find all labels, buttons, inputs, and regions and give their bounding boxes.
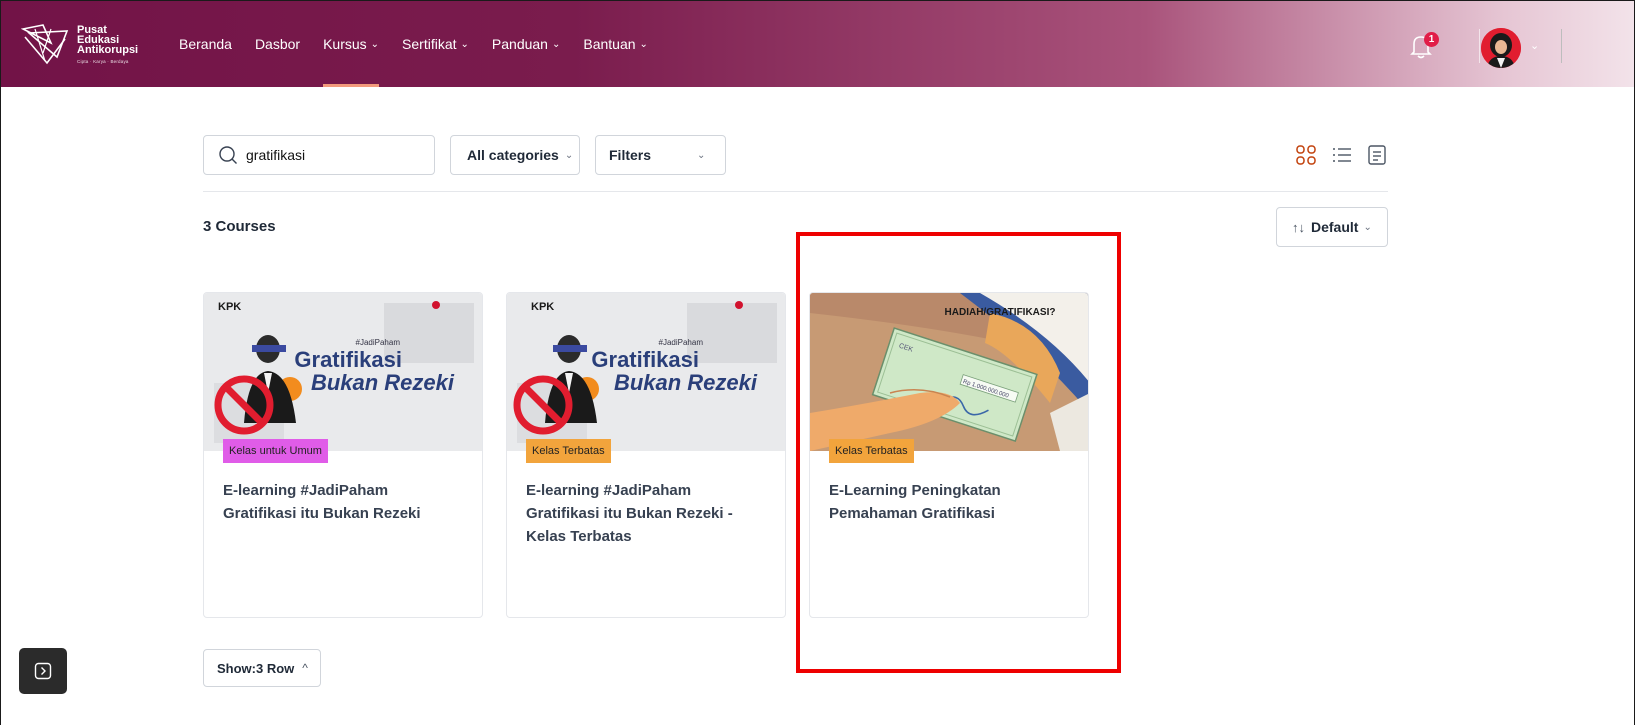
- course-tag: Kelas Terbatas: [526, 439, 611, 463]
- filters-label: Filters: [609, 147, 652, 163]
- course-thumbnail-image: KPK #JadiPaham Gratifikasi Bukan Rezeki: [507, 293, 785, 451]
- user-avatar-icon: [1481, 28, 1521, 68]
- expand-panel-icon: [34, 662, 52, 680]
- nav-label: Kursus: [323, 36, 367, 52]
- site-logo[interactable]: Pusat Edukasi Antikorupsi Cipta · Karya …: [21, 23, 151, 69]
- logo-line-3: Antikorupsi: [77, 44, 139, 56]
- notification-badge: 1: [1424, 32, 1439, 47]
- grid-view-icon[interactable]: [1295, 144, 1317, 166]
- filters-dropdown[interactable]: Filters ⌄: [595, 135, 726, 175]
- nav-label: Sertifikat: [402, 36, 457, 52]
- chevron-down-icon: ⌄: [1363, 221, 1372, 233]
- summary-view-icon[interactable]: [1366, 144, 1388, 166]
- list-view-icon[interactable]: [1331, 144, 1353, 166]
- nav-label: Bantuan: [583, 36, 636, 52]
- svg-text:Gratifikasi: Gratifikasi: [294, 347, 402, 372]
- course-card[interactable]: KPK #JadiPaham Gratifikasi Bukan Rezeki …: [203, 292, 483, 618]
- nav-label: Beranda: [179, 36, 232, 52]
- show-rows-label: Show:3 Row: [217, 660, 295, 676]
- course-card[interactable]: KPK #JadiPaham Gratifikasi Bukan Rezeki …: [506, 292, 786, 618]
- nav-label: Dasbor: [254, 36, 301, 52]
- chevron-down-icon[interactable]: ⌄: [1530, 39, 1539, 52]
- results-count: 3 Courses: [203, 218, 276, 235]
- svg-text:#JadiPaham: #JadiPaham: [356, 338, 401, 347]
- svg-text:Gratifikasi: Gratifikasi: [591, 347, 699, 372]
- course-thumbnail[interactable]: KPK #JadiPaham Gratifikasi Bukan Rezeki: [204, 293, 482, 451]
- chevron-down-icon: ⌄: [460, 38, 469, 50]
- nav-label: Panduan: [491, 36, 548, 52]
- course-title[interactable]: E-learning #JadiPaham Gratifikasi itu Bu…: [526, 479, 766, 548]
- page: Pusat Edukasi Antikorupsi Cipta · Karya …: [0, 0, 1635, 725]
- top-navbar: Pusat Edukasi Antikorupsi Cipta · Karya …: [1, 1, 1634, 87]
- show-rows-dropdown[interactable]: Show:3 Row ^: [203, 649, 321, 687]
- nav-bantuan[interactable]: Bantuan ⌄: [583, 1, 648, 87]
- sort-icon: ↑↓: [1292, 219, 1305, 235]
- logo-tagline: Cipta · Karya · Berdaya: [77, 59, 129, 64]
- nav-panduan[interactable]: Panduan ⌄: [492, 1, 560, 87]
- divider: [1561, 29, 1562, 63]
- sidebar-toggle-button[interactable]: [19, 648, 67, 694]
- svg-text:Bukan Rezeki: Bukan Rezeki: [311, 370, 455, 395]
- sort-label: Default: [1311, 219, 1359, 235]
- course-thumbnail[interactable]: KPK #JadiPaham Gratifikasi Bukan Rezeki: [507, 293, 785, 451]
- svg-text:Bukan Rezeki: Bukan Rezeki: [614, 370, 758, 395]
- divider: [1479, 29, 1480, 63]
- course-thumbnail-image: KPK #JadiPaham Gratifikasi Bukan Rezeki: [204, 293, 482, 451]
- category-dropdown[interactable]: All categories ⌄: [450, 135, 580, 175]
- nav-beranda[interactable]: Beranda: [179, 1, 232, 87]
- chevron-up-icon: ^: [302, 661, 308, 675]
- main-nav: Beranda Dasbor Kursus ⌄ Sertifikat ⌄ Pandu…: [179, 1, 671, 87]
- svg-text:KPK: KPK: [531, 301, 554, 313]
- svg-text:KPK: KPK: [218, 301, 241, 313]
- search-input[interactable]: [246, 147, 426, 163]
- nav-kursus[interactable]: Kursus ⌄: [323, 1, 379, 87]
- sort-dropdown[interactable]: ↑↓ Default ⌄: [1276, 207, 1388, 247]
- nav-sertifikat[interactable]: Sertifikat ⌄: [402, 1, 469, 87]
- toolbar-divider: [203, 191, 1388, 192]
- search-icon: [219, 146, 237, 164]
- nav-dasbor[interactable]: Dasbor: [255, 1, 300, 87]
- chevron-down-icon: ⌄: [697, 149, 706, 161]
- highlight-annotation: [796, 232, 1121, 673]
- course-title[interactable]: E-learning #JadiPaham Gratifikasi itu Bu…: [223, 479, 463, 525]
- chevron-down-icon: ⌄: [564, 149, 574, 161]
- chevron-down-icon: ⌄: [370, 38, 380, 50]
- svg-text:#JadiPaham: #JadiPaham: [659, 338, 704, 347]
- avatar[interactable]: [1481, 28, 1521, 68]
- chevron-down-icon: ⌄: [639, 38, 648, 50]
- course-tag: Kelas untuk Umum: [223, 439, 328, 463]
- logo-mark-icon: [21, 24, 69, 65]
- search-field[interactable]: [203, 135, 435, 175]
- chevron-down-icon: ⌄: [551, 38, 561, 50]
- category-label: All categories: [467, 147, 559, 163]
